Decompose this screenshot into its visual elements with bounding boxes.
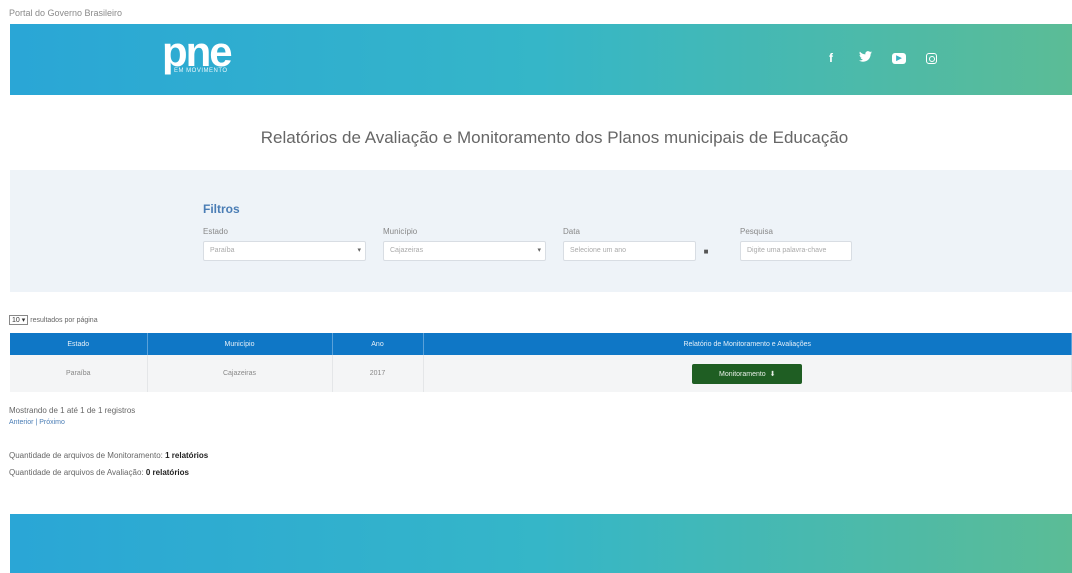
col-ano[interactable]: Ano [332,333,424,355]
municipio-label: Município [383,227,418,236]
per-page-label: resultados por página [30,316,98,324]
cell-action: Monitoramento ⬇ [423,355,1072,392]
reports-table: Estado Município Ano Relatório de Monito… [10,333,1072,392]
per-page-control: 10 ▾ resultados por página [9,315,98,325]
site-footer [10,514,1072,573]
filter-municipio: Município Cajazeiras ▾ [383,227,546,261]
monitoramento-count: Quantidade de arquivos de Monitoramento:… [9,451,209,460]
site-header: pne EM MOVIMENTO f ▶ [10,24,1072,95]
filters-title: Filtros [203,202,240,216]
data-placeholder: Selecione um ano [570,247,627,254]
pne-logo[interactable]: pne EM MOVIMENTO [162,30,233,75]
estado-select[interactable]: Paraíba ▾ [203,241,366,261]
pesquisa-label: Pesquisa [740,227,773,236]
facebook-icon[interactable]: f [824,51,838,65]
cell-ano: 2017 [332,355,424,392]
cell-municipio: Cajazeiras [147,355,333,392]
pesquisa-input[interactable]: Digite uma palavra-chave [740,241,852,261]
download-icon: ⬇ [767,370,776,378]
col-estado[interactable]: Estado [10,333,148,355]
twitter-icon[interactable] [858,51,872,65]
filters-panel: Filtros Estado Paraíba ▾ Município Cajaz… [10,170,1072,292]
table-row: Paraíba Cajazeiras 2017 Monitoramento ⬇ [10,355,1072,392]
instagram-icon[interactable] [926,52,937,64]
filter-pesquisa: Pesquisa Digite uma palavra-chave [740,227,852,261]
col-relatorio[interactable]: Relatório de Monitoramento e Avaliações [423,333,1072,355]
gov-portal-link[interactable]: Portal do Governo Brasileiro [9,8,122,18]
calendar-icon[interactable]: ■ [697,242,715,262]
chevron-down-icon: ▾ [357,247,361,254]
per-page-select[interactable]: 10 ▾ [9,315,29,325]
data-label: Data [563,227,580,236]
showing-info: Mostrando de 1 até 1 de 1 registros [9,406,136,415]
estado-value: Paraíba [210,247,235,254]
filter-data: Data Selecione um ano ■ [563,227,715,262]
municipio-value: Cajazeiras [390,247,424,254]
chevron-down-icon: ▾ [537,247,541,254]
estado-label: Estado [203,227,228,236]
avaliacao-count: Quantidade de arquivos de Avaliação: 0 r… [9,468,189,477]
logo-subtitle: EM MOVIMENTO [174,68,228,74]
monitoramento-download-button[interactable]: Monitoramento ⬇ [692,363,803,384]
filter-estado: Estado Paraíba ▾ [203,227,366,261]
youtube-icon[interactable]: ▶ [892,52,906,64]
pagination[interactable]: Anterior | Próximo [9,419,65,426]
municipio-select[interactable]: Cajazeiras ▾ [383,241,546,261]
data-input[interactable]: Selecione um ano ■ [563,241,715,262]
cell-estado: Paraíba [10,355,148,392]
page-title: Relatórios de Avaliação e Monitoramento … [260,128,849,147]
social-links: f ▶ [824,51,937,65]
col-municipio[interactable]: Município [147,333,333,355]
pesquisa-placeholder: Digite uma palavra-chave [747,247,827,254]
